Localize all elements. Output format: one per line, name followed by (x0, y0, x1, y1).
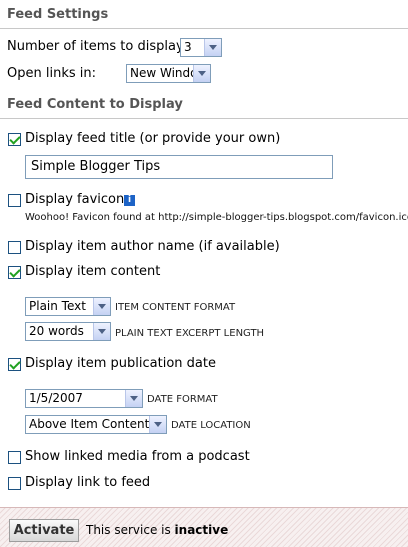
chevron-down-icon (193, 65, 210, 82)
chevron-down-icon (204, 39, 221, 56)
feed-title-label: Display feed title (or provide your own) (25, 131, 281, 146)
author-label: Display item author name (if available) (25, 239, 280, 254)
pubdate-checkbox[interactable] (8, 358, 21, 371)
feed-content-title: Feed Content to Display (0, 97, 408, 119)
date-location-value: Above Item Content (29, 417, 150, 431)
favicon-label: Display favicon (25, 192, 125, 207)
excerpt-length-select[interactable]: 20 words (25, 322, 111, 341)
favicon-checkbox[interactable] (8, 194, 21, 207)
items-count-value: 3 (184, 40, 192, 54)
content-format-label: ITEM CONTENT FORMAT (115, 302, 236, 313)
info-icon[interactable]: i (124, 195, 135, 206)
feed-title-input[interactable]: Simple Blogger Tips (25, 155, 333, 179)
date-format-select[interactable]: 1/5/2007 (25, 389, 143, 408)
content-format-value: Plain Text (29, 299, 86, 313)
feed-settings-title: Feed Settings (0, 7, 408, 29)
content-label: Display item content (25, 264, 161, 279)
items-count-select[interactable]: 3 (180, 38, 222, 57)
open-links-label: Open links in: (7, 66, 96, 81)
date-location-label: DATE LOCATION (171, 420, 251, 431)
activate-button[interactable]: Activate (9, 519, 79, 542)
content-checkbox[interactable] (8, 266, 21, 279)
favicon-note: Woohoo! Favicon found at http://simple-b… (25, 212, 408, 223)
feed-title-checkbox[interactable] (8, 133, 21, 146)
chevron-down-icon (93, 323, 110, 340)
chevron-down-icon (93, 298, 110, 315)
author-checkbox[interactable] (8, 241, 21, 254)
open-links-select[interactable]: New Window (126, 64, 211, 83)
chevron-down-icon (125, 390, 142, 407)
excerpt-length-label: PLAIN TEXT EXCERPT LENGTH (115, 328, 265, 339)
service-status: This service is inactive (86, 523, 228, 537)
service-status-prefix: This service is (86, 523, 175, 537)
date-format-value: 1/5/2007 (29, 391, 83, 405)
excerpt-length-value: 20 words (29, 324, 84, 338)
date-location-select[interactable]: Above Item Content (25, 415, 167, 434)
podcast-label: Show linked media from a podcast (25, 449, 250, 464)
items-count-label: Number of items to display: (7, 39, 188, 54)
pubdate-label: Display item publication date (25, 356, 216, 371)
date-format-label: DATE FORMAT (147, 394, 218, 405)
link-to-feed-label: Display link to feed (25, 475, 151, 490)
footer-bar: Activate This service is inactive (0, 507, 408, 547)
chevron-down-icon (149, 416, 166, 433)
podcast-checkbox[interactable] (8, 451, 21, 464)
link-to-feed-checkbox[interactable] (8, 477, 21, 490)
content-format-select[interactable]: Plain Text (25, 297, 111, 316)
service-status-value: inactive (174, 523, 229, 537)
